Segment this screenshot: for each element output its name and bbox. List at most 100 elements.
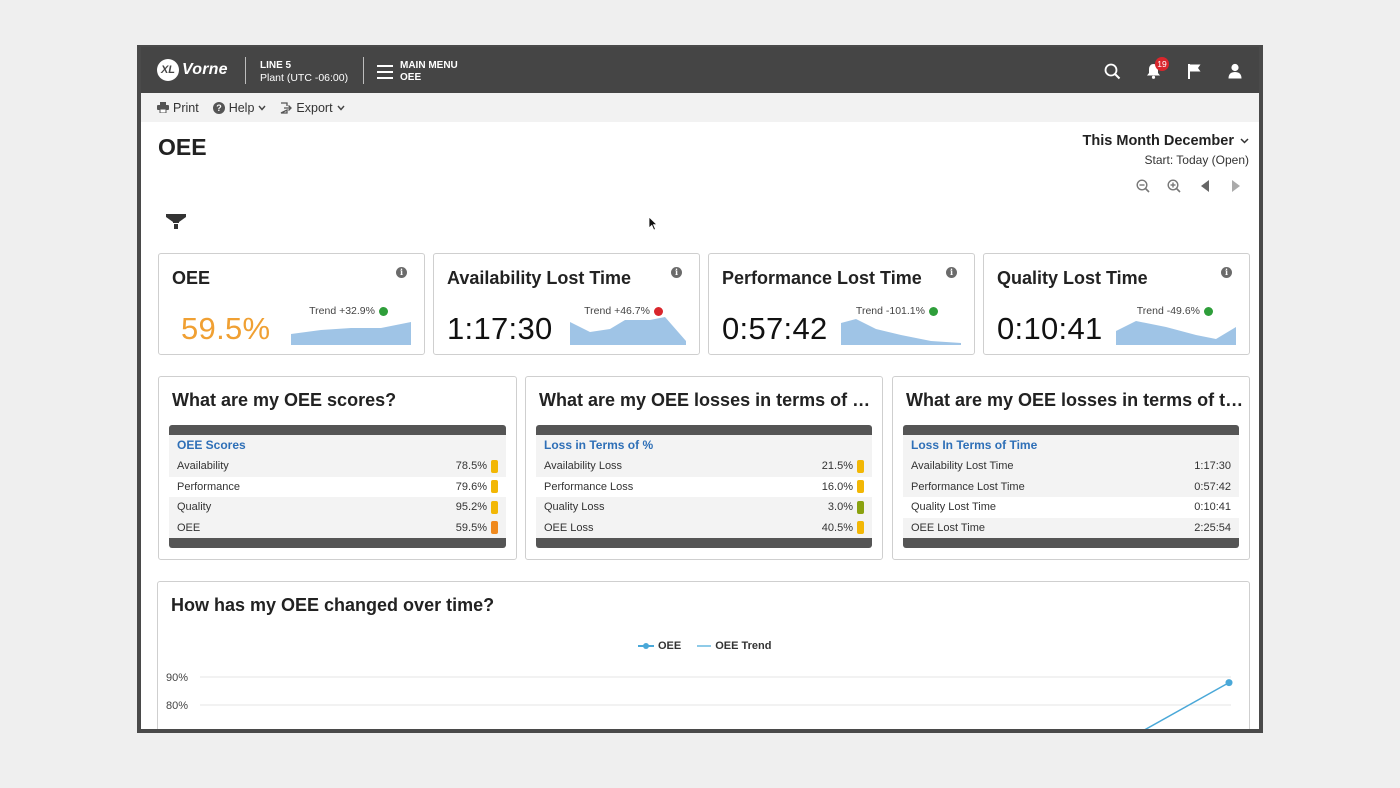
oee-data-point[interactable] xyxy=(1225,679,1233,687)
table-top-bar xyxy=(536,425,872,435)
legend-item-oee-trend[interactable]: OEE Trend xyxy=(697,640,771,652)
kpi-card-oee[interactable]: OEE i 59.5% Trend +32.9% xyxy=(158,253,425,355)
kpi-title: Performance Lost Time xyxy=(722,268,922,288)
printer-icon xyxy=(157,102,169,113)
row-value: 2:25:54 xyxy=(1194,521,1231,534)
y-tick-label: 70% xyxy=(166,728,188,729)
sparkline xyxy=(841,319,961,345)
row-label: Quality xyxy=(177,501,212,513)
loss-percent-table: Loss in Terms of % Availability Loss 21.5… xyxy=(536,425,872,548)
row-label: OEE Loss xyxy=(544,521,594,534)
panel-title: What are my OEE losses in terms of %? xyxy=(539,390,874,410)
kpi-title: OEE xyxy=(172,268,211,288)
table-row: Quality Lost Time 0:10:41 xyxy=(903,497,1239,518)
next-period-icon[interactable] xyxy=(1227,177,1245,195)
legend-label: OEE Trend xyxy=(715,640,772,652)
oee-loss-time-panel: What are my OEE losses in terms of ti… L… xyxy=(892,376,1250,560)
oee-scores-table: OEE Scores Availability 78.5% Performance… xyxy=(169,425,506,548)
kpi-trend: Trend -49.6% xyxy=(1137,305,1213,317)
kpi-trend: Trend -101.1% xyxy=(856,305,938,317)
row-label: Availability Loss xyxy=(544,460,623,472)
sparkline xyxy=(570,317,686,345)
page-title: OEE xyxy=(158,134,207,160)
panel-title: What are my OEE losses in terms of ti… xyxy=(906,390,1244,410)
kpi-title: Availability Lost Time xyxy=(447,268,632,288)
kpi-value: 0:10:41 xyxy=(997,311,1103,346)
info-icon[interactable]: i xyxy=(946,267,957,278)
vorne-logo[interactable]: XL Vorne xyxy=(157,59,228,81)
kpi-trend-label: Trend -101.1% xyxy=(855,305,925,317)
row-value: 40.5% xyxy=(821,521,853,534)
chevron-down-icon xyxy=(337,105,345,111)
info-icon[interactable]: i xyxy=(671,267,682,278)
legend-label: OEE xyxy=(658,640,682,652)
print-button[interactable]: Print xyxy=(157,101,199,115)
kpi-title: Quality Lost Time xyxy=(997,268,1148,288)
help-menu[interactable]: ? Help xyxy=(212,101,267,115)
app-screen: XL Vorne LINE 5 Plant (UTC -06:00) MAIN … xyxy=(141,47,1259,729)
date-range-label: This Month December xyxy=(1082,133,1234,149)
svg-text:?: ? xyxy=(216,103,222,113)
trend-status-dot xyxy=(379,306,388,316)
kpi-card-quality-lost-time[interactable]: Quality Lost Time i 0:10:41 Trend -49.6% xyxy=(983,253,1250,355)
user-icon[interactable] xyxy=(1225,61,1245,81)
panel-title: What are my OEE scores? xyxy=(172,390,397,410)
table-bottom-bar xyxy=(536,538,872,548)
row-label: OEE Lost Time xyxy=(911,521,985,534)
line-title: LINE 5 xyxy=(260,60,292,71)
kpi-value: 0:57:42 xyxy=(722,311,828,346)
row-value: 0:10:41 xyxy=(1194,501,1231,513)
row-label: Availability Lost Time xyxy=(911,460,1014,472)
logo-text: Vorne xyxy=(182,61,228,78)
export-icon xyxy=(280,101,293,114)
kpi-value: 59.5% xyxy=(181,311,271,346)
table-row: Performance 79.6% xyxy=(169,476,506,497)
notifications-button[interactable]: 19 xyxy=(1143,57,1169,81)
table-bottom-bar xyxy=(903,538,1239,548)
flag-icon[interactable] xyxy=(1184,61,1204,81)
main-menu-title: MAIN MENU xyxy=(400,60,458,71)
row-value: 21.5% xyxy=(821,460,853,472)
loss-time-table: Loss In Terms of Time Availability Lost … xyxy=(903,425,1239,548)
status-swatch xyxy=(491,459,498,473)
line-selector[interactable]: LINE 5 Plant (UTC -06:00) xyxy=(260,60,348,84)
panel-title: How has my OEE changed over time? xyxy=(171,595,495,615)
filter-icon[interactable] xyxy=(166,214,186,235)
table-row: OEE 59.5% xyxy=(169,517,506,538)
trend-status-dot xyxy=(654,306,663,316)
info-icon[interactable]: i xyxy=(1221,267,1232,278)
row-label: Quality Lost Time xyxy=(911,501,996,513)
row-value: 59.5% xyxy=(455,521,487,534)
date-start-label: Start: Today (Open) xyxy=(1144,153,1250,167)
export-menu[interactable]: Export xyxy=(280,101,345,115)
sparkline xyxy=(291,322,411,345)
search-icon[interactable] xyxy=(1102,61,1122,81)
status-swatch xyxy=(491,480,498,494)
kpi-card-performance-lost-time[interactable]: Performance Lost Time i 0:57:42 Trend -1… xyxy=(708,253,975,355)
kpi-trend-label: Trend +32.9% xyxy=(309,305,375,317)
kpi-card-availability-lost-time[interactable]: Availability Lost Time i 1:17:30 Trend +… xyxy=(433,253,700,355)
table-row: Availability Loss 21.5% xyxy=(536,456,872,477)
zoom-in-icon[interactable] xyxy=(1165,177,1183,195)
info-icon[interactable]: i xyxy=(396,267,407,278)
row-label: Availability xyxy=(177,460,229,472)
top-header: XL Vorne LINE 5 Plant (UTC -06:00) MAIN … xyxy=(141,47,1259,93)
row-label: Quality Loss xyxy=(544,501,605,513)
header-actions: 19 xyxy=(1081,57,1245,81)
table-row: Performance Loss 16.0% xyxy=(536,476,872,497)
row-label: OEE xyxy=(177,521,201,534)
legend-item-oee[interactable]: OEE xyxy=(638,640,681,652)
oee-loss-percent-panel: What are my OEE losses in terms of %? Lo… xyxy=(525,376,883,560)
date-range-selector[interactable]: This Month December xyxy=(1083,133,1249,149)
status-swatch xyxy=(491,521,498,535)
table-header: Loss in Terms of % xyxy=(536,435,872,456)
previous-period-icon[interactable] xyxy=(1196,177,1214,195)
table-row: Availability 78.5% xyxy=(169,456,506,477)
kpi-value: 1:17:30 xyxy=(447,311,553,346)
main-menu-button[interactable]: MAIN MENU OEE xyxy=(377,60,458,84)
zoom-out-icon[interactable] xyxy=(1134,177,1152,195)
legend-oee-marker xyxy=(638,643,654,649)
y-tick-label: 90% xyxy=(166,672,188,684)
chevron-down-icon xyxy=(258,105,266,111)
print-label: Print xyxy=(173,100,199,115)
